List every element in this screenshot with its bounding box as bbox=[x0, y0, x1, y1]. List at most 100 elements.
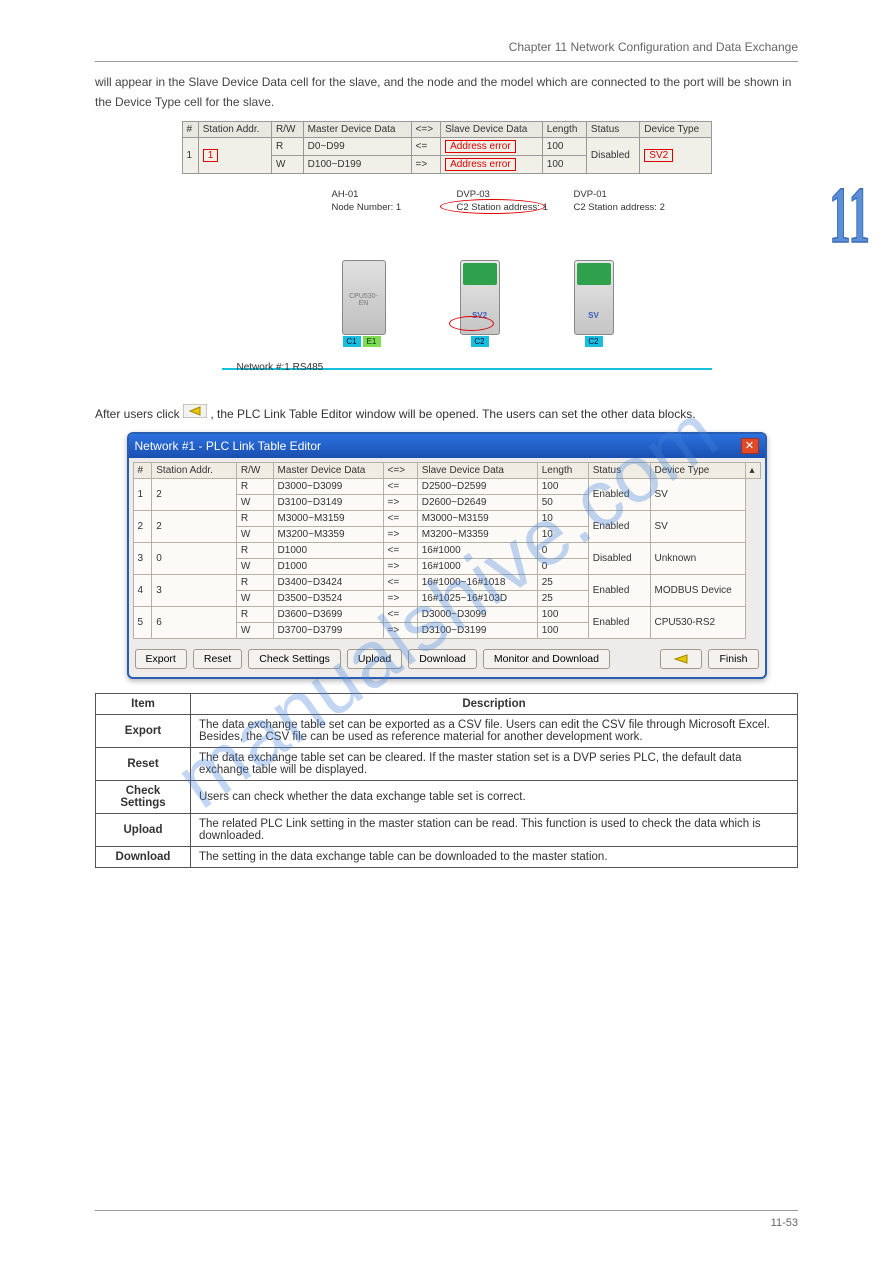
cell-sdd: D3000~D3099 bbox=[417, 607, 537, 623]
table-header-row: Item Description bbox=[96, 694, 798, 715]
cell-type: MODBUS Device bbox=[650, 575, 745, 607]
col-status: Status bbox=[588, 463, 650, 479]
cell-len: 100 bbox=[542, 155, 586, 173]
cell-len: 50 bbox=[537, 495, 588, 511]
cell-sdd: 16#1000~16#1018 bbox=[417, 575, 537, 591]
table-row[interactable]: 4 3R D3400~D3424 <= 16#1000~16#1018 25En… bbox=[133, 575, 760, 591]
cell-sdd: 16#1000 bbox=[417, 559, 537, 575]
cell-dir: <= bbox=[383, 479, 417, 495]
cell-mdd: D3700~D3799 bbox=[273, 623, 383, 639]
dialog-titlebar[interactable]: Network #1 - PLC Link Table Editor ✕ bbox=[129, 434, 765, 458]
table-row[interactable]: 5 6R D3600~D3699 <= D3000~D3099 100Enabl… bbox=[133, 607, 760, 623]
cell-sdd: Address error bbox=[441, 155, 543, 173]
cell-addr: 2 bbox=[152, 511, 237, 543]
table-row: 1 1 R D0~D99 <= Address error 100 Disabl… bbox=[182, 137, 711, 155]
midtext-after: , the PLC Link Table Editor window will … bbox=[210, 407, 695, 421]
col-sdd: Slave Device Data bbox=[417, 463, 537, 479]
table-header-row: # Station Addr. R/W Master Device Data <… bbox=[133, 463, 760, 479]
cell-mdd: M3000~M3159 bbox=[273, 511, 383, 527]
cell-len: 100 bbox=[537, 479, 588, 495]
cell-status: Enabled bbox=[588, 607, 650, 639]
address-error-highlight: Address error bbox=[445, 158, 516, 171]
cell-mdd: D1000 bbox=[273, 559, 383, 575]
table-header-row: # Station Addr. R/W Master Device Data <… bbox=[182, 121, 711, 137]
cell-dir: <= bbox=[383, 543, 417, 559]
cell-dir: <= bbox=[383, 575, 417, 591]
device-type-highlight: SV2 bbox=[644, 149, 673, 162]
cell-len: 25 bbox=[537, 575, 588, 591]
cell-item: Check Settings bbox=[96, 781, 191, 814]
cell-rw: R bbox=[236, 543, 273, 559]
mid-paragraph: After users click , the PLC Link Table E… bbox=[95, 404, 798, 424]
cell-mdd: D100~D199 bbox=[303, 155, 411, 173]
col-desc: Description bbox=[191, 694, 798, 715]
cell-status: Enabled bbox=[588, 511, 650, 543]
cell-dir: => bbox=[383, 623, 417, 639]
cell-dir: <= bbox=[383, 511, 417, 527]
upload-button[interactable]: Upload bbox=[347, 649, 402, 669]
cell-mdd: M3200~M3359 bbox=[273, 527, 383, 543]
cell-desc: The data exchange table set can be clear… bbox=[191, 748, 798, 781]
cell-num: 4 bbox=[133, 575, 152, 607]
cell-sdd: D2500~D2599 bbox=[417, 479, 537, 495]
back-arrow-icon bbox=[671, 654, 691, 664]
cell-sdd: D3100~D3199 bbox=[417, 623, 537, 639]
d1-title: DVP-01 bbox=[574, 189, 607, 200]
cell-len: 100 bbox=[537, 607, 588, 623]
cell-status: Enabled bbox=[588, 575, 650, 607]
ah-title: AH-01 bbox=[332, 189, 359, 200]
col-mdd: Master Device Data bbox=[273, 463, 383, 479]
cell-addr: 2 bbox=[152, 479, 237, 511]
cell-dir: => bbox=[383, 527, 417, 543]
port-c2: C2 bbox=[471, 336, 489, 347]
cell-sdd: 16#1000 bbox=[417, 543, 537, 559]
col-len: Length bbox=[537, 463, 588, 479]
cell-rw: W bbox=[236, 623, 273, 639]
col-dir: <=> bbox=[411, 121, 441, 137]
export-button[interactable]: Export bbox=[135, 649, 187, 669]
cell-rw: W bbox=[236, 495, 273, 511]
col-num: # bbox=[182, 121, 198, 137]
close-icon[interactable]: ✕ bbox=[741, 438, 759, 454]
col-rw: R/W bbox=[236, 463, 273, 479]
col-type: Device Type bbox=[640, 121, 711, 137]
dvp-device-2: SV C2 bbox=[574, 260, 614, 335]
table-row[interactable]: 1 2R D3000~D3099 <= D2500~D2599 100Enabl… bbox=[133, 479, 760, 495]
dvp-model: SV bbox=[575, 311, 613, 320]
cell-type: SV bbox=[650, 479, 745, 511]
cell-item: Upload bbox=[96, 814, 191, 847]
scrollbar[interactable]: ▴ bbox=[745, 463, 760, 479]
cell-rw: R bbox=[236, 607, 273, 623]
cell-mdd: D3600~D3699 bbox=[273, 607, 383, 623]
cell-rw: W bbox=[271, 155, 303, 173]
items-description-table: Item Description Export The data exchang… bbox=[95, 693, 798, 868]
back-arrow-icon bbox=[183, 404, 207, 418]
cell-type: SV bbox=[650, 511, 745, 543]
cell-item: Export bbox=[96, 715, 191, 748]
monitor-download-button[interactable]: Monitor and Download bbox=[483, 649, 610, 669]
download-button[interactable]: Download bbox=[408, 649, 477, 669]
port-e1: E1 bbox=[363, 336, 381, 347]
cell-sdd: M3000~M3159 bbox=[417, 511, 537, 527]
check-settings-button[interactable]: Check Settings bbox=[248, 649, 341, 669]
cell-sdd: M3200~M3359 bbox=[417, 527, 537, 543]
cell-num: 1 bbox=[133, 479, 152, 511]
cell-type: Unknown bbox=[650, 543, 745, 575]
table-row[interactable]: 3 0R D1000 <= 16#1000 0Disabled Unknown bbox=[133, 543, 760, 559]
dialog-buttons: Export Reset Check Settings Upload Downl… bbox=[129, 643, 765, 677]
table-row[interactable]: 2 2R M3000~M3159 <= M3000~M3159 10Enable… bbox=[133, 511, 760, 527]
col-status: Status bbox=[586, 121, 639, 137]
network-label: Network #:1 RS485 bbox=[237, 362, 324, 373]
address-error-highlight: Address error bbox=[445, 140, 516, 153]
reset-button[interactable]: Reset bbox=[193, 649, 242, 669]
cell-len: 100 bbox=[542, 137, 586, 155]
cell-mdd: D0~D99 bbox=[303, 137, 411, 155]
cell-num: 1 bbox=[182, 137, 198, 173]
cell-rw: R bbox=[236, 511, 273, 527]
cell-dir: => bbox=[383, 495, 417, 511]
finish-button[interactable]: Finish bbox=[708, 649, 758, 669]
back-button[interactable] bbox=[660, 649, 702, 669]
col-type: Device Type bbox=[650, 463, 745, 479]
d1-sub: C2 Station address: 2 bbox=[574, 202, 665, 213]
device-label-ah: AH-01 Node Number: 1 bbox=[332, 188, 402, 215]
